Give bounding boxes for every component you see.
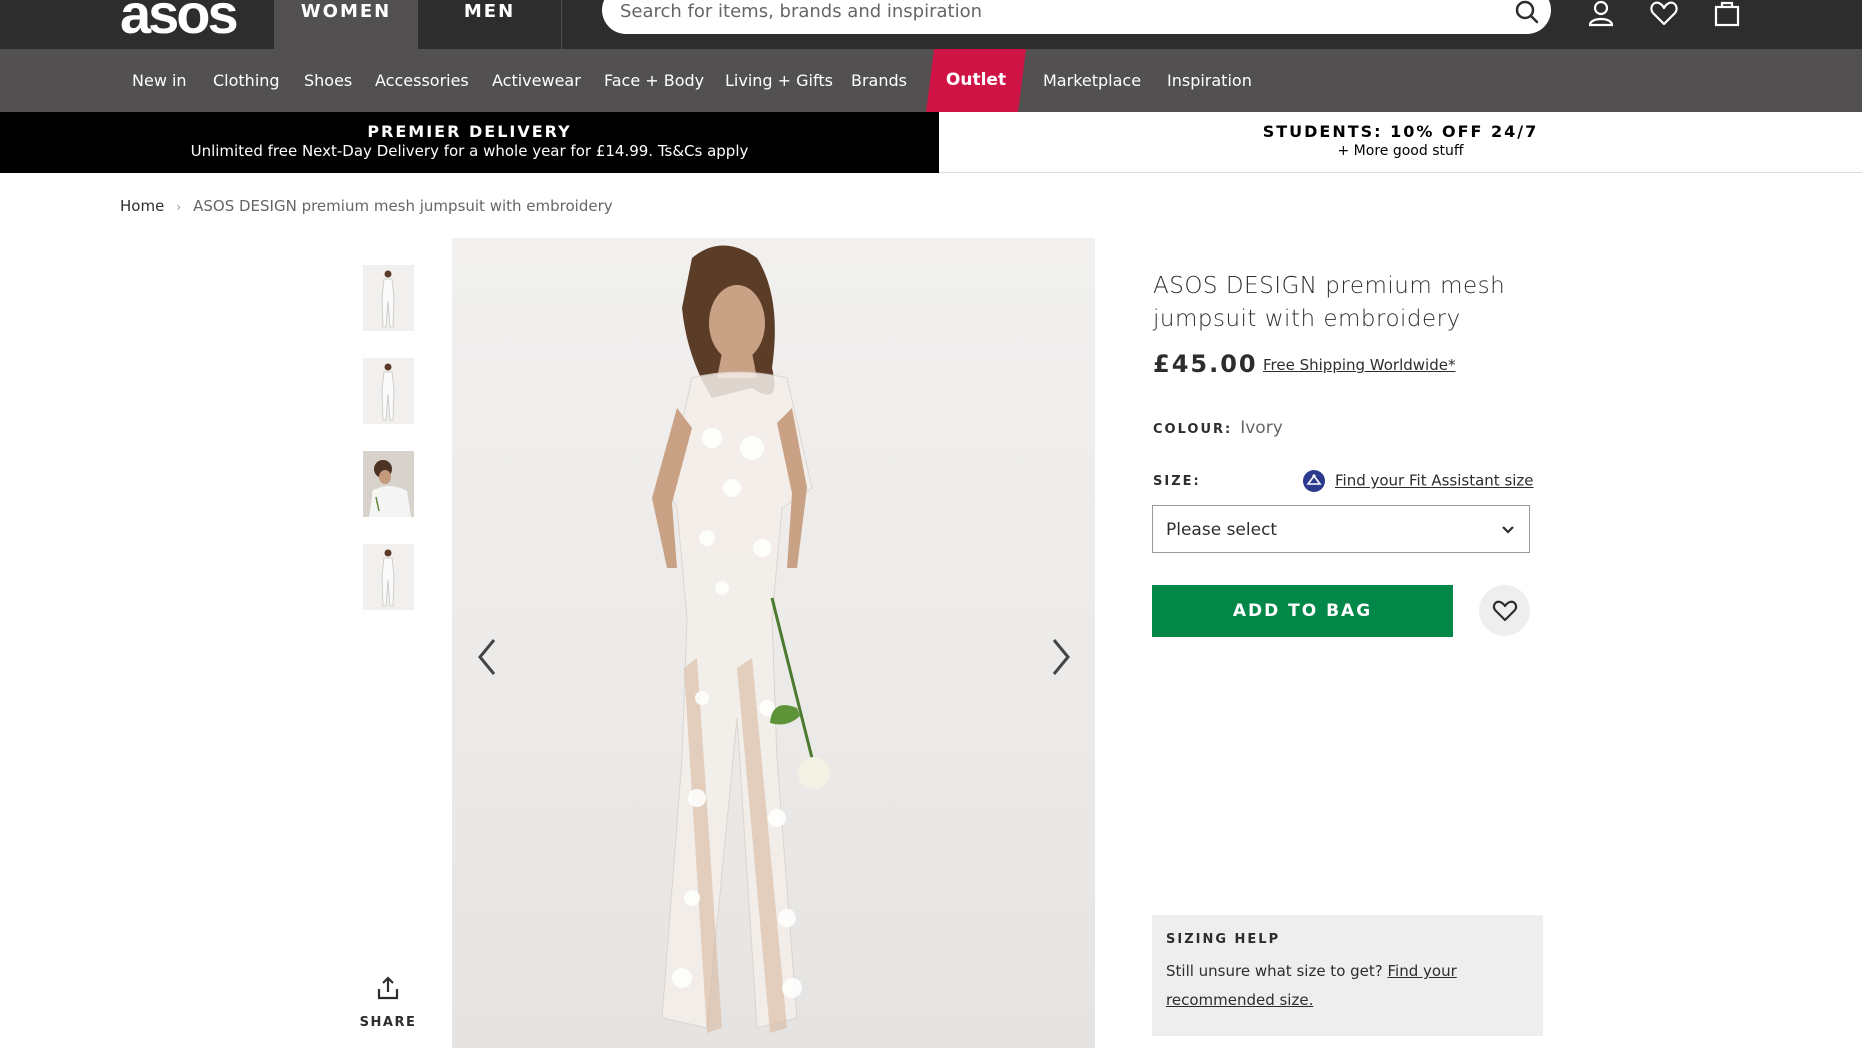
free-shipping-link[interactable]: Free Shipping Worldwide*: [1263, 356, 1455, 374]
top-header: asos WOMEN MEN: [0, 0, 1862, 49]
nav-new-in[interactable]: New in: [132, 49, 187, 112]
size-select-value: Please select: [1166, 520, 1278, 540]
nav-clothing[interactable]: Clothing: [213, 49, 280, 112]
product-title: ASOS DESIGN premium mesh jumpsuit with e…: [1153, 273, 1506, 332]
tab-men[interactable]: MEN: [418, 0, 562, 49]
product-thumbnail-1[interactable]: [363, 265, 414, 331]
nav-accessories[interactable]: Accessories: [375, 49, 469, 112]
nav-marketplace[interactable]: Marketplace: [1043, 49, 1141, 112]
save-for-later-button[interactable]: [1479, 585, 1530, 636]
nav-activewear[interactable]: Activewear: [492, 49, 581, 112]
saved-items-icon[interactable]: [1649, 0, 1679, 28]
promo-title: PREMIER DELIVERY: [367, 122, 572, 141]
account-icon[interactable]: [1586, 0, 1616, 28]
nav-outlet[interactable]: Outlet: [926, 49, 1026, 112]
sizing-help-text: Still unsure what size to get?: [1166, 962, 1383, 980]
premier-delivery-banner[interactable]: PREMIER DELIVERY Unlimited free Next-Day…: [0, 112, 939, 173]
category-nav: New in Clothing Shoes Accessories Active…: [0, 49, 1862, 112]
nav-living-gifts[interactable]: Living + Gifts: [725, 49, 833, 112]
colour-value: Ivory: [1240, 418, 1283, 438]
breadcrumb-current: ASOS DESIGN premium mesh jumpsuit with e…: [193, 197, 613, 215]
promo-subtitle: Unlimited free Next-Day Delivery for a w…: [190, 142, 749, 160]
next-image-arrow-icon[interactable]: [1046, 632, 1076, 682]
size-label: SIZE:: [1153, 474, 1201, 489]
nav-brands[interactable]: Brands: [851, 49, 907, 112]
student-discount-banner[interactable]: STUDENTS: 10% OFF 24/7 + More good stuff: [939, 112, 1862, 173]
tab-women[interactable]: WOMEN: [274, 0, 418, 49]
breadcrumb-separator-icon: ›: [176, 200, 182, 214]
share-label: SHARE: [359, 1015, 417, 1030]
product-price: £45.00: [1153, 350, 1258, 378]
breadcrumb: Home › ASOS DESIGN premium mesh jumpsuit w…: [120, 197, 613, 215]
promo-subtitle: + More good stuff: [1337, 143, 1464, 159]
fit-assistant-icon: [1303, 470, 1325, 492]
sizing-help-title: SIZING HELP: [1166, 932, 1281, 947]
search-icon[interactable]: [1513, 0, 1541, 26]
product-thumbnail-4[interactable]: [363, 544, 414, 610]
product-main-image[interactable]: [452, 238, 1095, 1048]
breadcrumb-home[interactable]: Home: [120, 197, 164, 215]
chevron-down-icon: [1501, 522, 1515, 536]
asos-logo[interactable]: asos: [120, 0, 239, 42]
add-to-bag-button[interactable]: ADD TO BAG: [1152, 585, 1453, 637]
fit-assistant-link[interactable]: Find your Fit Assistant size: [1303, 470, 1534, 492]
nav-face-body[interactable]: Face + Body: [604, 49, 704, 112]
previous-image-arrow-icon[interactable]: [472, 632, 502, 682]
nav-inspiration[interactable]: Inspiration: [1167, 49, 1252, 112]
search-input[interactable]: [620, 0, 1480, 24]
colour-label: COLOUR:: [1153, 422, 1233, 437]
fit-assistant-label: Find your Fit Assistant size: [1335, 471, 1534, 490]
product-thumbnail-3[interactable]: [363, 451, 414, 517]
colour-row: COLOUR: Ivory: [1153, 418, 1283, 438]
share-button[interactable]: SHARE: [352, 975, 424, 1030]
sizing-help-text-block: Still unsure what size to get? Find your…: [1166, 957, 1529, 1015]
search-bar: [602, 0, 1551, 34]
nav-shoes[interactable]: Shoes: [304, 49, 352, 112]
bag-icon[interactable]: [1712, 0, 1742, 28]
size-select[interactable]: Please select: [1152, 505, 1530, 553]
share-icon: [375, 976, 401, 1005]
product-thumbnail-2[interactable]: [363, 358, 414, 424]
promo-title: STUDENTS: 10% OFF 24/7: [1262, 122, 1539, 141]
sizing-help-panel: SIZING HELP Still unsure what size to ge…: [1152, 915, 1543, 1036]
